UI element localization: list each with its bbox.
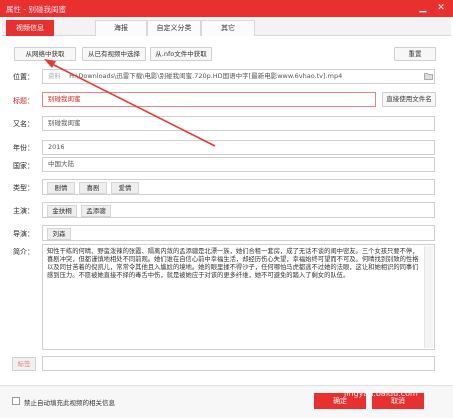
annotation-arrow [44,59,216,147]
